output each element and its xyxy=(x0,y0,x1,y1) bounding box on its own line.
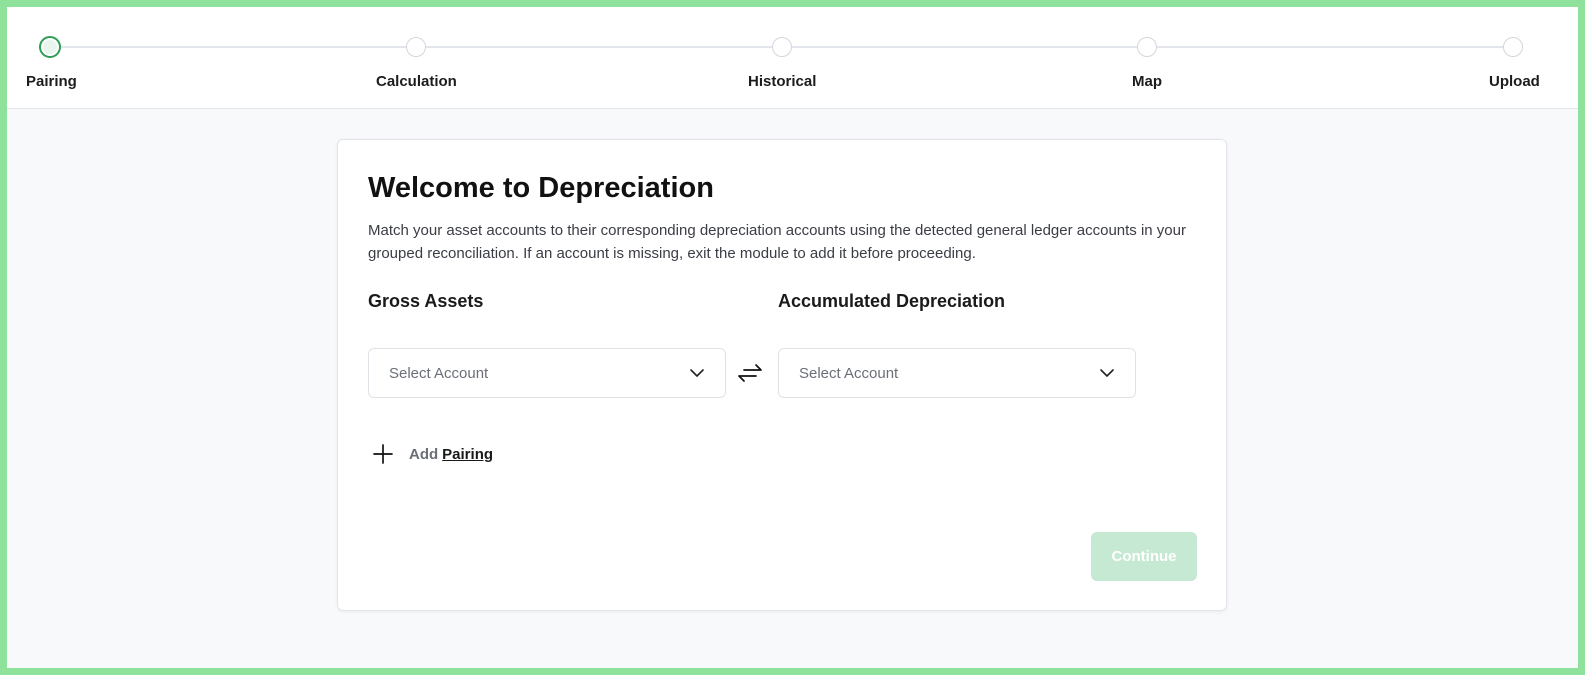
step-calculation-label[interactable]: Calculation xyxy=(376,73,457,90)
step-map-indicator[interactable] xyxy=(1137,37,1157,57)
step-calculation-indicator[interactable] xyxy=(406,37,426,57)
step-pairing-label[interactable]: Pairing xyxy=(26,73,77,90)
gross-assets-label: Gross Assets xyxy=(368,291,484,311)
continue-button[interactable]: Continue xyxy=(1091,532,1197,581)
chevron-down-icon xyxy=(689,365,705,381)
accumulated-depreciation-select-value: Select Account xyxy=(799,364,899,382)
swap-arrows-icon xyxy=(736,361,764,385)
page-title: Welcome to Depreciation xyxy=(368,172,714,204)
add-pairing-button[interactable]: Add Pairing xyxy=(372,443,493,465)
app-frame: Pairing Calculation Historical Map Uploa… xyxy=(7,7,1578,668)
step-historical-indicator[interactable] xyxy=(772,37,792,57)
chevron-down-icon xyxy=(1099,365,1115,381)
accumulated-depreciation-label: Accumulated Depreciation xyxy=(778,291,1006,311)
step-upload-label[interactable]: Upload xyxy=(1489,73,1540,90)
step-map-label[interactable]: Map xyxy=(1132,73,1162,90)
step-upload-indicator[interactable] xyxy=(1503,37,1523,57)
page-description: Match your asset accounts to their corre… xyxy=(368,222,1186,262)
pairing-card: Welcome to Depreciation Match your asset… xyxy=(337,139,1227,611)
step-pairing-indicator[interactable] xyxy=(39,36,61,58)
gross-assets-select[interactable]: Select Account xyxy=(368,348,726,398)
step-historical-label[interactable]: Historical xyxy=(748,73,816,90)
add-pairing-link[interactable]: Pairing xyxy=(442,446,493,463)
plus-icon xyxy=(372,443,394,465)
add-pairing-text: Add xyxy=(409,445,439,463)
progress-stepper: Pairing Calculation Historical Map Uploa… xyxy=(7,7,1578,109)
accumulated-depreciation-select[interactable]: Select Account xyxy=(778,348,1136,398)
gross-assets-select-value: Select Account xyxy=(389,364,489,382)
